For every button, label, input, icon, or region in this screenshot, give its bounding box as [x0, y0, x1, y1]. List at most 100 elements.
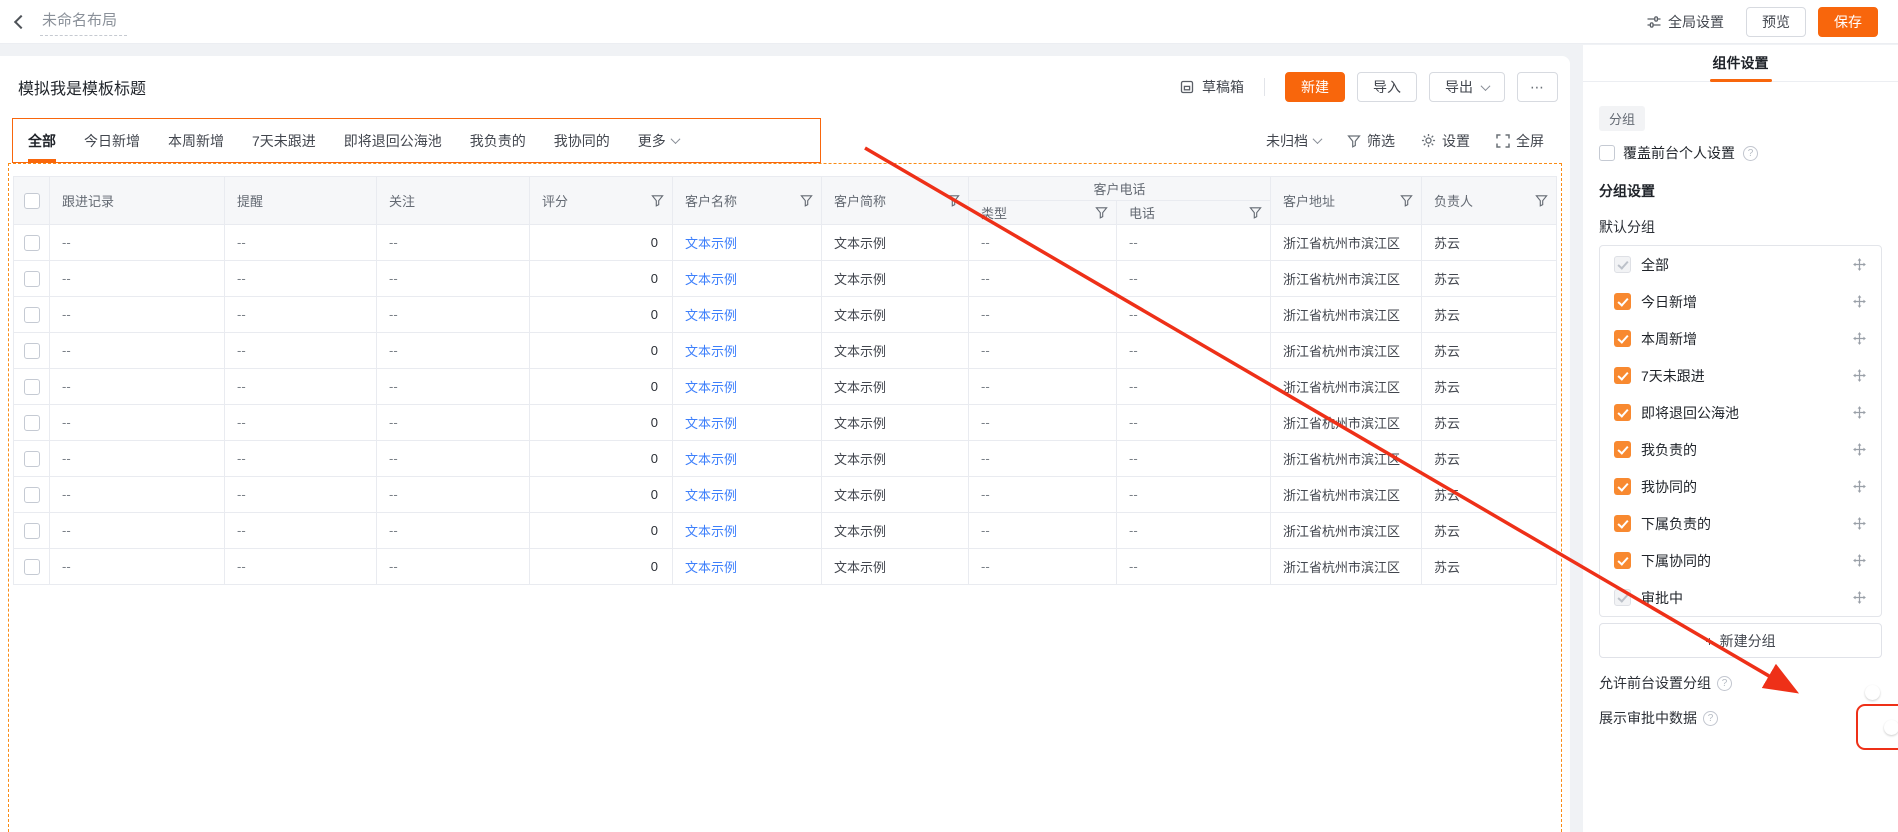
row-checkbox[interactable]: [24, 379, 40, 395]
table-cell: 浙江省杭州市滨江区: [1271, 549, 1422, 585]
new-button[interactable]: 新建: [1285, 72, 1345, 102]
row-checkbox[interactable]: [24, 271, 40, 287]
group-checkbox[interactable]: [1614, 515, 1631, 532]
drag-handle-icon[interactable]: [1852, 331, 1867, 346]
customer-name-link-cell[interactable]: 文本示例: [673, 477, 822, 513]
table-row: ------0文本示例文本示例----浙江省杭州市滨江区苏云: [14, 405, 1557, 441]
customer-name-link-cell[interactable]: 文本示例: [673, 441, 822, 477]
draftbox-button[interactable]: 草稿箱: [1179, 77, 1244, 97]
more-actions-button[interactable]: ⋯: [1517, 72, 1558, 102]
table-cell: 文本示例: [822, 261, 969, 297]
row-checkbox[interactable]: [24, 415, 40, 431]
customer-name-link-cell[interactable]: 文本示例: [673, 225, 822, 261]
group-checkbox[interactable]: [1614, 552, 1631, 569]
help-icon[interactable]: ?: [1703, 711, 1718, 726]
template-header: 模拟我是模板标题 草稿箱 新建 导入 导出 ⋯: [0, 56, 1570, 118]
column-header[interactable]: 关注: [377, 177, 530, 225]
tab-item[interactable]: 我负责的: [470, 119, 526, 162]
drag-handle-icon[interactable]: [1852, 294, 1867, 309]
group-item: 全部: [1600, 246, 1881, 283]
customer-name-link-cell[interactable]: 文本示例: [673, 369, 822, 405]
new-group-button[interactable]: + 新建分组: [1599, 623, 1882, 658]
row-checkbox[interactable]: [24, 559, 40, 575]
group-checkbox[interactable]: [1614, 330, 1631, 347]
table-cell: 文本示例: [822, 333, 969, 369]
drag-handle-icon[interactable]: [1852, 257, 1867, 272]
tab-item[interactable]: 7天未跟进: [252, 119, 316, 162]
back-icon[interactable]: [14, 14, 28, 28]
column-header[interactable]: 评分: [530, 177, 673, 225]
help-icon[interactable]: ?: [1743, 146, 1758, 161]
toggle-setting-row: 允许前台设置分组?: [1599, 673, 1882, 693]
import-button[interactable]: 导入: [1357, 72, 1417, 102]
row-checkbox[interactable]: [24, 343, 40, 359]
customer-table: 跟进记录提醒关注评分客户名称客户简称客户电话客户地址负责人类型电话------0…: [13, 176, 1557, 585]
help-icon[interactable]: ?: [1717, 676, 1732, 691]
archive-filter-dropdown[interactable]: 未归档: [1266, 131, 1321, 151]
tab-item[interactable]: 我协同的: [554, 119, 610, 162]
column-header[interactable]: 跟进记录: [50, 177, 225, 225]
column-header[interactable]: 类型: [969, 201, 1117, 225]
tab-item[interactable]: 今日新增: [84, 119, 140, 162]
tab-item[interactable]: 本周新增: [168, 119, 224, 162]
table-row: ------0文本示例文本示例----浙江省杭州市滨江区苏云: [14, 513, 1557, 549]
column-header[interactable]: 客户简称: [822, 177, 969, 225]
fullscreen-button[interactable]: 全屏: [1496, 131, 1544, 151]
table-settings-button[interactable]: 设置: [1421, 131, 1470, 151]
group-item-label: 7天未跟进: [1641, 366, 1842, 386]
column-header-label: 电话: [1129, 203, 1155, 222]
global-settings-button[interactable]: 全局设置: [1646, 12, 1724, 32]
group-checkbox[interactable]: [1614, 478, 1631, 495]
column-header-label: 关注: [389, 191, 415, 210]
table-cell: --: [1117, 297, 1271, 333]
table-cell: --: [377, 513, 530, 549]
drag-handle-icon[interactable]: [1852, 442, 1867, 457]
row-checkbox[interactable]: [24, 235, 40, 251]
override-checkbox[interactable]: [1599, 145, 1615, 161]
filter-funnel-icon: [1249, 206, 1262, 219]
layout-name[interactable]: 未命名布局: [40, 7, 127, 36]
row-checkbox[interactable]: [24, 307, 40, 323]
customer-name-link-cell[interactable]: 文本示例: [673, 549, 822, 585]
row-checkbox[interactable]: [24, 523, 40, 539]
column-header[interactable]: 电话: [1117, 201, 1271, 225]
drag-handle-icon[interactable]: [1852, 553, 1867, 568]
table-cell: 浙江省杭州市滨江区: [1271, 297, 1422, 333]
preview-button[interactable]: 预览: [1746, 7, 1806, 37]
draftbox-label: 草稿箱: [1202, 77, 1244, 97]
customer-name-link-cell[interactable]: 文本示例: [673, 261, 822, 297]
drag-handle-icon[interactable]: [1852, 405, 1867, 420]
drag-handle-icon[interactable]: [1852, 368, 1867, 383]
filter-label: 筛选: [1367, 131, 1395, 151]
column-header[interactable]: 客户名称: [673, 177, 822, 225]
save-button[interactable]: 保存: [1818, 7, 1878, 37]
column-header-label: 提醒: [237, 191, 263, 210]
select-all-checkbox[interactable]: [24, 193, 40, 209]
column-header[interactable]: 客户地址: [1271, 177, 1422, 225]
drag-handle-icon[interactable]: [1852, 590, 1867, 605]
column-header[interactable]: 提醒: [225, 177, 377, 225]
table-cell: --: [1117, 405, 1271, 441]
column-header-inner: 关注: [389, 191, 521, 210]
filter-button[interactable]: 筛选: [1347, 131, 1395, 151]
customer-name-link-cell[interactable]: 文本示例: [673, 333, 822, 369]
column-header[interactable]: 负责人: [1422, 177, 1557, 225]
customer-name-link-cell[interactable]: 文本示例: [673, 513, 822, 549]
tab-item[interactable]: 全部: [28, 119, 56, 162]
group-item-label: 全部: [1641, 255, 1842, 275]
group-checkbox[interactable]: [1614, 367, 1631, 384]
customer-name-link-cell[interactable]: 文本示例: [673, 297, 822, 333]
row-checkbox[interactable]: [24, 451, 40, 467]
drag-handle-icon[interactable]: [1852, 479, 1867, 494]
export-button[interactable]: 导出: [1429, 72, 1505, 102]
tab-item[interactable]: 即将退回公海池: [344, 119, 442, 162]
drag-handle-icon[interactable]: [1852, 516, 1867, 531]
column-header-label: 客户名称: [685, 191, 737, 210]
group-checkbox[interactable]: [1614, 441, 1631, 458]
tab-more-dropdown[interactable]: 更多: [638, 119, 679, 162]
panel-tab-component-settings[interactable]: 组件设置: [1711, 53, 1771, 82]
customer-name-link-cell[interactable]: 文本示例: [673, 405, 822, 441]
group-checkbox[interactable]: [1614, 404, 1631, 421]
row-checkbox[interactable]: [24, 487, 40, 503]
group-checkbox[interactable]: [1614, 293, 1631, 310]
